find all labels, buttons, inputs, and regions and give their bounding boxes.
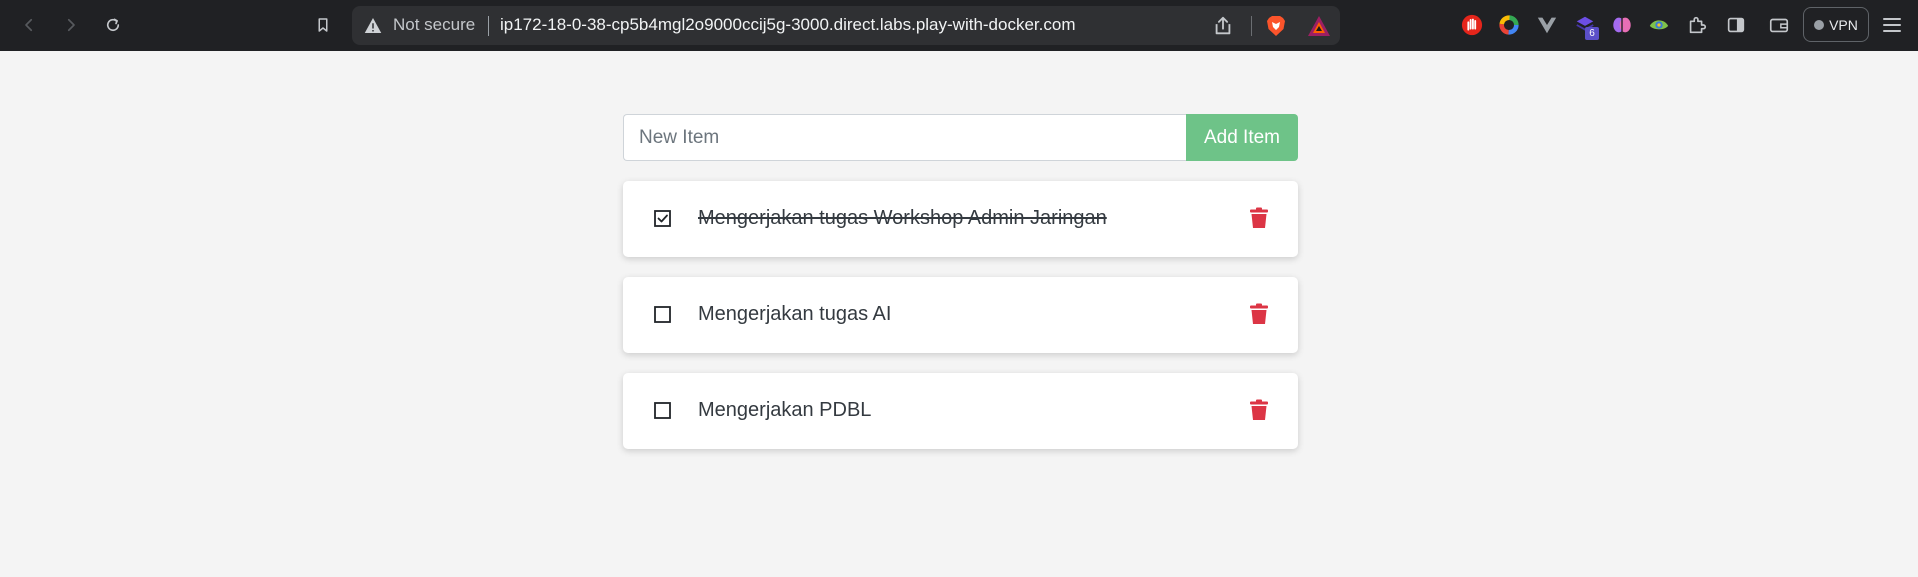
back-button[interactable] (14, 10, 44, 40)
brain-icon (1613, 17, 1631, 33)
eye-icon (1649, 20, 1669, 30)
todo-checkbox[interactable] (653, 209, 673, 229)
wallet-icon (1769, 18, 1789, 33)
reload-button[interactable] (98, 10, 128, 40)
checkbox-checked-icon (654, 210, 671, 227)
color-extension[interactable] (1497, 13, 1521, 37)
extension-badge: 6 (1585, 27, 1599, 40)
trash-icon (1250, 207, 1268, 228)
eye-extension[interactable] (1647, 13, 1671, 37)
reload-icon (106, 18, 120, 32)
todo-list: Mengerjakan tugas Workshop Admin Jaringa… (623, 181, 1298, 449)
chevron-right-icon (67, 18, 75, 32)
puzzle-icon (1689, 16, 1707, 34)
checkbox-empty-icon (654, 402, 671, 419)
extensions-button[interactable] (1685, 13, 1709, 37)
brave-rewards-icon[interactable] (1307, 15, 1331, 37)
vue-icon (1537, 17, 1557, 34)
color-ring-icon (1499, 15, 1519, 35)
new-item-input[interactable] (623, 114, 1186, 161)
vpn-status-icon (1814, 19, 1825, 30)
todo-item: Mengerjakan tugas Workshop Admin Jaringa… (623, 181, 1298, 257)
todo-checkbox[interactable] (653, 305, 673, 325)
brain-extension[interactable] (1610, 13, 1634, 37)
vpn-label: VPN (1829, 16, 1858, 33)
bookmark-icon (318, 18, 328, 32)
bookmark-button[interactable] (308, 10, 338, 40)
checkbox-empty-icon (654, 306, 671, 323)
menu-icon[interactable] (1880, 13, 1904, 37)
chevron-left-icon (25, 18, 33, 32)
forward-button[interactable] (56, 10, 86, 40)
security-status[interactable]: Not secure (393, 15, 475, 35)
todo-label: Mengerjakan PDBL (698, 399, 872, 421)
sidebar-icon (1727, 17, 1745, 33)
todo-label: Mengerjakan tugas Workshop Admin Jaringa… (698, 207, 1107, 229)
sidebar-button[interactable] (1724, 13, 1748, 37)
delete-button[interactable] (1250, 207, 1268, 229)
add-item-button[interactable]: Add Item (1186, 114, 1298, 161)
stacked-extension[interactable]: 6 (1573, 13, 1599, 40)
divider (1251, 16, 1252, 36)
delete-button[interactable] (1250, 399, 1268, 421)
trash-icon (1250, 399, 1268, 420)
add-item-form: Add Item (623, 114, 1298, 161)
url-text[interactable]: ip172-18-0-38-cp5b4mgl2o9000ccij5g-3000.… (500, 15, 1076, 35)
stop-hand-icon (1461, 14, 1483, 36)
vpn-button[interactable]: VPN (1803, 7, 1869, 42)
ublock-extension[interactable] (1460, 13, 1484, 37)
wallet-button[interactable] (1767, 13, 1791, 37)
vue-devtools-extension[interactable] (1535, 13, 1559, 37)
browser-toolbar: Not secure ip172-18-0-38-cp5b4mgl2o9000c… (0, 0, 1918, 51)
share-icon[interactable] (1212, 15, 1234, 37)
delete-button[interactable] (1250, 303, 1268, 325)
warning-icon (364, 18, 382, 33)
todo-label: Mengerjakan tugas AI (698, 303, 892, 325)
address-bar[interactable]: Not secure ip172-18-0-38-cp5b4mgl2o9000c… (352, 6, 1340, 45)
trash-icon (1250, 303, 1268, 324)
divider (488, 16, 489, 36)
todo-checkbox[interactable] (653, 401, 673, 421)
todo-app: Add Item Mengerjakan tugas Workshop Admi… (623, 114, 1298, 449)
todo-item: Mengerjakan PDBL (623, 373, 1298, 449)
brave-shields-icon[interactable] (1264, 14, 1288, 38)
todo-item: Mengerjakan tugas AI (623, 277, 1298, 353)
